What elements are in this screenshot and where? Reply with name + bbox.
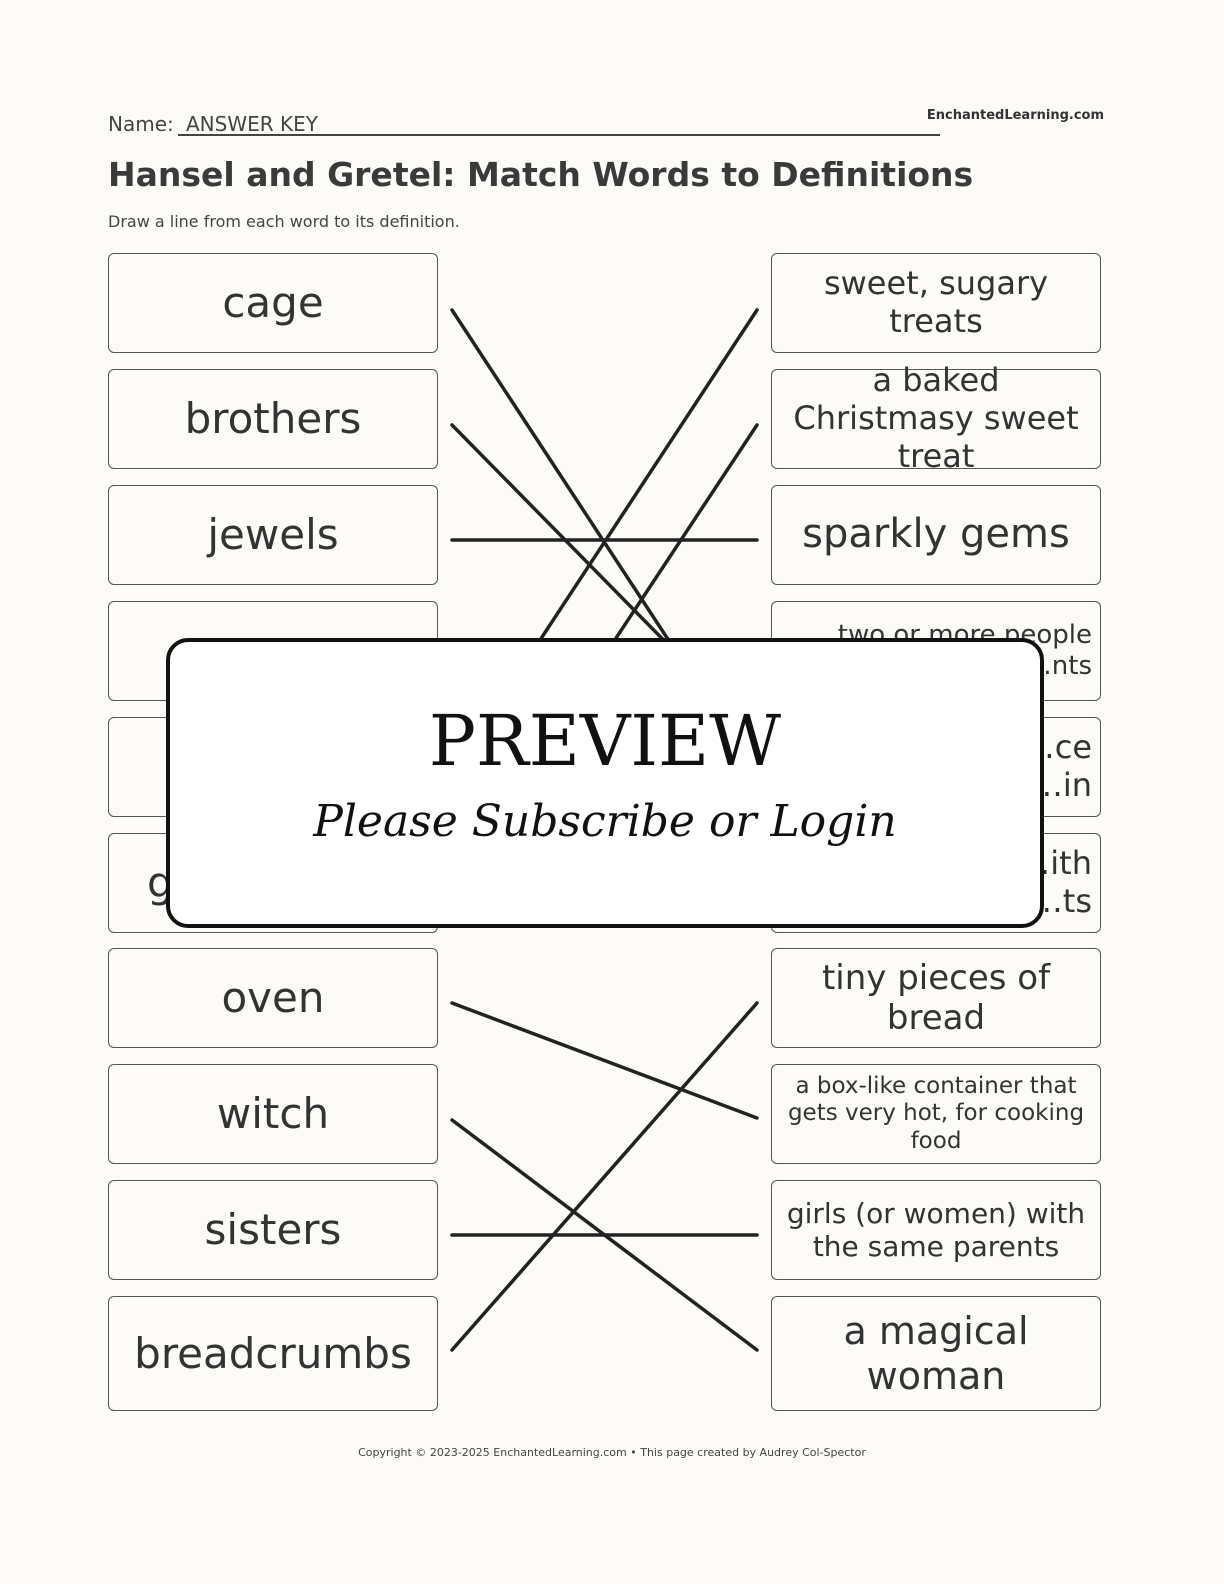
footer-copyright: Copyright © 2023-2025 EnchantedLearning.… (358, 1446, 866, 1459)
preview-subtext: Please Subscribe or Login (313, 796, 897, 847)
match-line (450, 1001, 759, 1352)
worksheet-page: Name: ANSWER KEY EnchantedLearning.com H… (0, 0, 1224, 1584)
preview-heading: PREVIEW (428, 700, 782, 782)
preview-overlay: PREVIEW Please Subscribe or Login (166, 638, 1044, 928)
match-line (450, 1001, 759, 1120)
